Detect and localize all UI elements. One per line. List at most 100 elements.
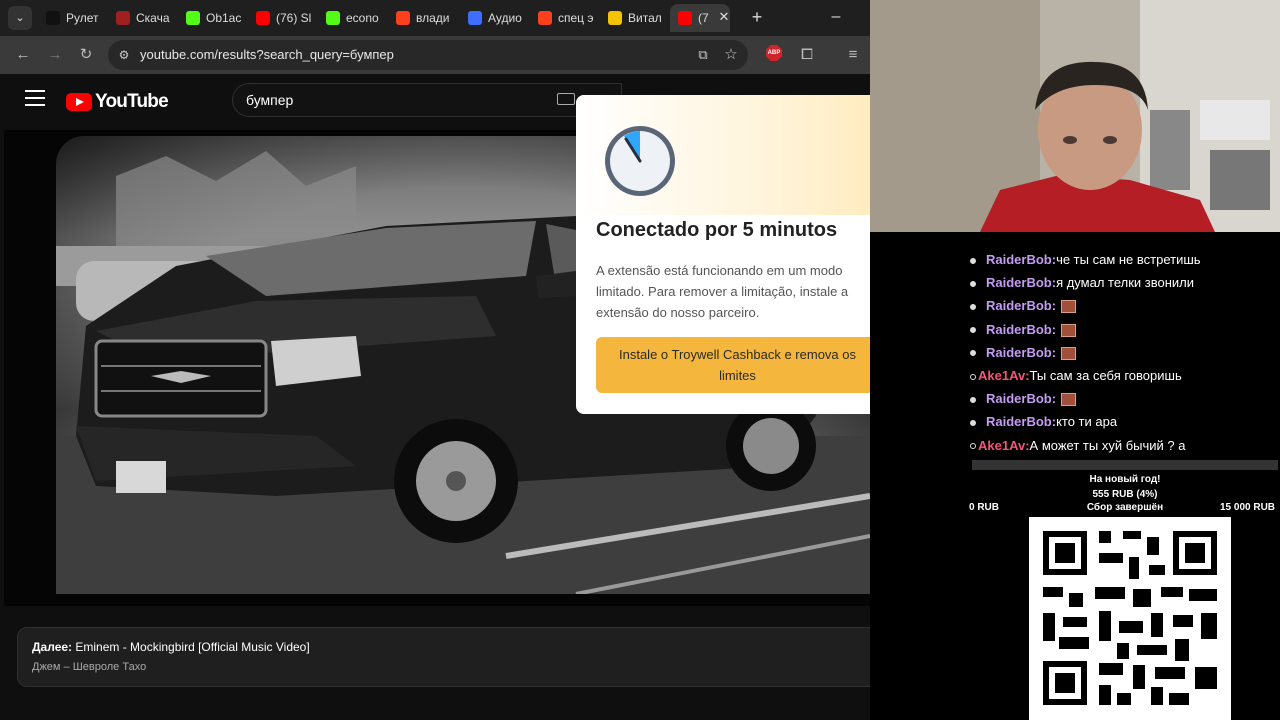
youtube-icon [678, 11, 692, 25]
browser-toolbar: ← → ↻ ⚙ youtube.com/results?search_query… [0, 36, 870, 111]
chat-nick[interactable]: RaiderBob: [986, 391, 1056, 406]
browser-tab[interactable]: (76) Sl [248, 4, 316, 32]
adblock-extension-icon[interactable]: ABP [766, 45, 782, 61]
youtube-logo[interactable]: YouTube [66, 91, 169, 113]
yandex-icon [396, 11, 410, 25]
chat-text: кто ти ара [1056, 414, 1118, 430]
badge-dot-icon [970, 350, 976, 357]
kick-icon [326, 11, 340, 25]
donation-goal-title: На новый год! [1089, 474, 1161, 485]
donation-goal-max: 15 000 RUB [1220, 502, 1276, 513]
browser-tab[interactable]: Рулет [38, 4, 106, 32]
donation-goal-status: Сбор завершён [1086, 502, 1164, 513]
url-text[interactable]: youtube.com/results?search_query=бумпер [140, 40, 394, 70]
chat-message: RaiderBob:кто ти ара [970, 410, 1280, 433]
install-app-icon[interactable]: ⧉ [694, 46, 712, 64]
tab-label: Ob1ac [206, 11, 242, 25]
chat-nick[interactable]: RaiderBob: [986, 345, 1056, 360]
youtube-logo-text: YouTube [95, 91, 169, 112]
extension-popup: Conectado por 5 minutos A extensão está … [576, 95, 901, 414]
tab-label: влади [416, 11, 450, 25]
chat-text: я думал телки звонили [1056, 275, 1195, 291]
chat-nick[interactable]: RaiderBob: [986, 298, 1056, 313]
chat-message: RaiderBob:я думал телки звонили [970, 271, 1280, 294]
minimize-button[interactable]: – [826, 6, 846, 28]
badge-dot-icon [970, 373, 976, 380]
back-icon[interactable]: ← [12, 44, 34, 66]
tab-search-button[interactable]: ⌄ [8, 6, 32, 30]
twitch-icon [468, 11, 482, 25]
chat-message: Ake1Av:А может ты хуй бычий ? а [970, 434, 1280, 457]
emote-icon [1061, 300, 1077, 314]
site-info-icon[interactable]: ⚙ [116, 47, 132, 63]
up-next-card[interactable]: Далее: Eminem - Mockingbird [Official Mu… [17, 627, 870, 687]
up-next-title: Далее: Eminem - Mockingbird [Official Mu… [32, 640, 310, 654]
chat-message: RaiderBob: [970, 294, 1280, 317]
badge-dot-icon [970, 280, 976, 287]
install-cashback-button[interactable]: Instale o Troywell Cashback e remova os … [596, 337, 879, 393]
hamburger-menu-icon[interactable] [25, 90, 45, 106]
browser-tab[interactable]: Ob1ac [178, 4, 246, 32]
chat-text: че ты сам не встретишь [1056, 252, 1201, 267]
keyboard-icon[interactable] [557, 93, 575, 105]
chat-message: RaiderBob: [970, 341, 1280, 364]
forward-icon[interactable]: → [44, 44, 66, 66]
chat-nick[interactable]: RaiderBob: [986, 322, 1056, 337]
badge-dot-icon [970, 396, 976, 403]
browser-tab[interactable]: econo [318, 4, 386, 32]
browser-tab[interactable]: влади [388, 4, 456, 32]
tab-label: спец э [558, 11, 594, 25]
new-tab-button[interactable]: + [746, 6, 768, 28]
search-input[interactable]: бумпер [232, 83, 622, 117]
kick-icon [186, 11, 200, 25]
popup-body: A extensão está funcionando em um modo l… [596, 263, 849, 320]
chat-message: RaiderBob:че ты сам не встретишь [970, 248, 1280, 271]
up-next-subtitle: Джем – Шевроле Тахо [32, 661, 147, 673]
badge-dot-icon [970, 419, 976, 426]
chat-message: RaiderBob: [970, 387, 1280, 410]
up-next-prefix: Далее: [32, 640, 73, 654]
tab-label: econo [346, 11, 379, 25]
yandex-icon [538, 11, 552, 25]
chat-input-bar[interactable] [972, 460, 1278, 470]
browser-tab[interactable]: Витал [600, 4, 668, 32]
chat-nick[interactable]: Ake1Av: [978, 368, 1030, 383]
up-next-video-title[interactable]: Eminem - Mockingbird [Official Music Vid… [75, 640, 309, 654]
tab-strip: ⌄ Рулет Скача Ob1ac (76) Sl econo влади Аудио с… [0, 0, 870, 36]
reload-icon[interactable]: ↻ [75, 44, 97, 66]
close-tab-icon[interactable]: ✕ [716, 9, 732, 25]
chat-message: RaiderBob: [970, 318, 1280, 341]
bookmark-star-icon[interactable]: ☆ [722, 46, 740, 64]
tiktok-icon [46, 11, 60, 25]
popup-title: Conectado por 5 minutos [596, 219, 838, 241]
chat-text: А может ты хуй бычий ? а [1029, 437, 1186, 453]
youtube-play-icon [66, 93, 92, 111]
browser-tab[interactable]: Скача [108, 4, 176, 32]
emote-icon [1061, 346, 1077, 360]
badge-dot-icon [970, 443, 976, 450]
address-bar[interactable]: ⚙ youtube.com/results?search_query=бумпе… [108, 40, 748, 70]
tab-label: (7 [698, 11, 709, 25]
browser-tab[interactable]: Аудио [460, 4, 528, 32]
browser-tab[interactable]: спец э [530, 4, 598, 32]
stopwatch-icon [605, 126, 675, 196]
emote-icon [1061, 323, 1077, 337]
qr-code-image [1043, 531, 1217, 705]
stream-overlay: RaiderBob:че ты сам не встретишь RaiderBo… [870, 0, 1280, 720]
chat-nick[interactable]: Ake1Av: [978, 438, 1030, 453]
emote-icon [1061, 393, 1077, 407]
tab-label: Витал [628, 11, 662, 25]
extensions-puzzle-icon[interactable]: ⧠ [796, 44, 818, 66]
chat-nick[interactable]: RaiderBob: [986, 252, 1056, 267]
search-query[interactable]: бумпер [246, 84, 293, 116]
chat-message: Ake1Av:Ты сам за себя говоришь [970, 364, 1280, 387]
chat-nick[interactable]: RaiderBob: [986, 275, 1056, 290]
reading-list-icon[interactable]: ≡ [842, 44, 864, 66]
chat-nick[interactable]: RaiderBob: [986, 414, 1056, 429]
play-icon [608, 11, 622, 25]
tab-label: Рулет [66, 11, 99, 25]
badge-dot-icon [970, 257, 976, 264]
webcam-image [870, 0, 1280, 232]
chat-text: Ты сам за себя говоришь [1029, 367, 1182, 383]
webcam-feed [870, 0, 1280, 232]
